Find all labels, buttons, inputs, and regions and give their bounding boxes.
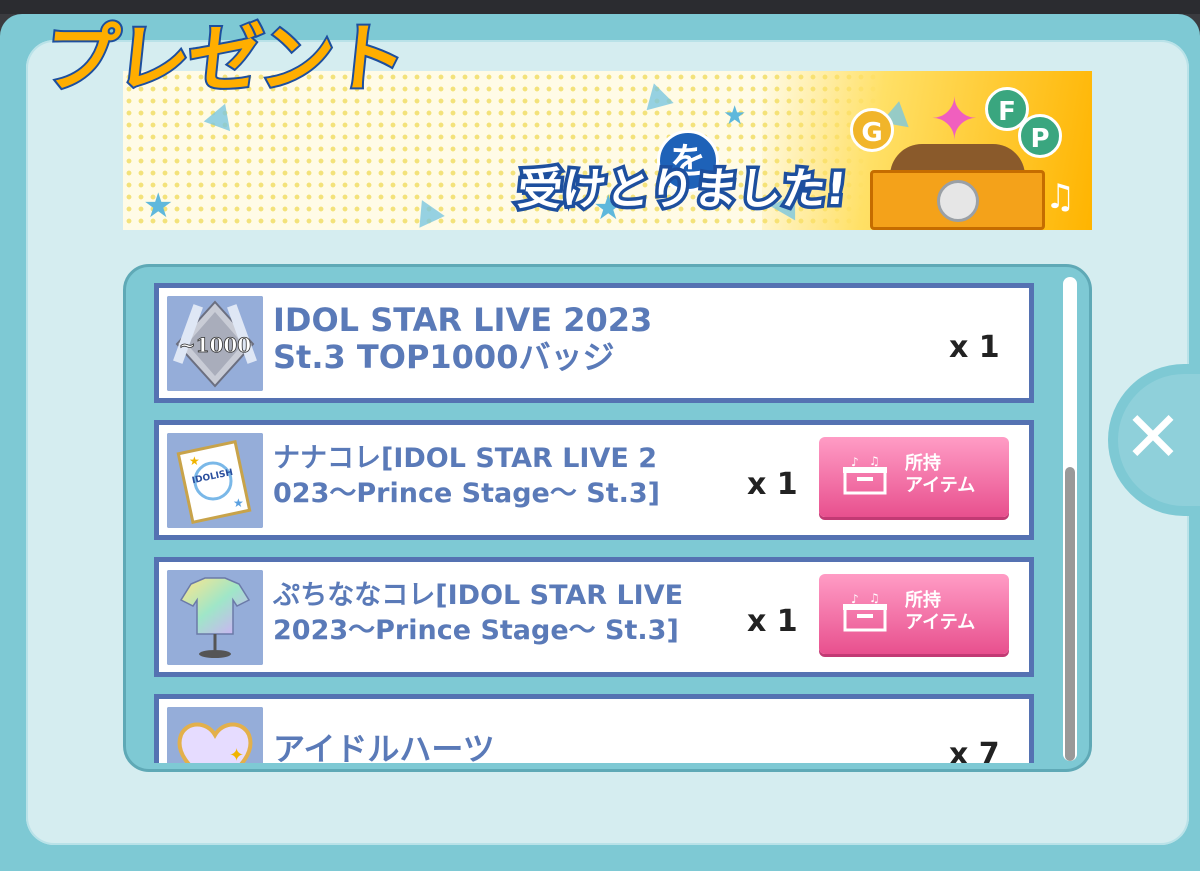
item-box-icon: ♪ ♫	[841, 454, 889, 495]
item-quantity: x 7	[949, 737, 1000, 763]
star-decoration: ★	[143, 186, 174, 226]
svg-text:♪: ♪	[851, 592, 859, 606]
present-list[interactable]: ~1000 IDOL STAR LIVE 2023 St.3 TOP1000バッ…	[123, 264, 1092, 772]
svg-text:♫: ♫	[869, 592, 880, 605]
owned-items-label: 所持 アイテム	[905, 590, 976, 633]
music-note-icon: ♫	[1045, 177, 1076, 217]
lock-icon	[937, 180, 979, 222]
triangle-decoration	[409, 194, 445, 228]
svg-text:♫: ♫	[869, 455, 880, 468]
collection-book-icon: IDOLISH ★ ★	[167, 433, 263, 528]
list-item-body: ✦ アイドルハーツ x 7	[159, 699, 1029, 763]
list-item-body: IDOLISH ★ ★ ナナコレ[IDOL STAR LIVE 2 023〜Pr…	[159, 425, 1029, 535]
scrollbar-thumb[interactable]	[1065, 467, 1075, 761]
item-name: アイドルハーツ	[273, 730, 495, 764]
close-button-face: ✕	[1118, 374, 1200, 506]
item-quantity: x 1	[747, 604, 798, 639]
owned-items-button[interactable]: ♪ ♫ 所持 アイテム	[819, 574, 1009, 654]
banner-subtitle: 受けとりました!	[512, 161, 852, 219]
list-item-body: ~1000 IDOL STAR LIVE 2023 St.3 TOP1000バッ…	[159, 288, 1029, 398]
list-item-body: ぷちななコレ[IDOL STAR LIVE 2023〜Prince Stage〜…	[159, 562, 1029, 672]
banner-title: プレゼント	[37, 14, 410, 104]
item-name: IDOL STAR LIVE 2023 St.3 TOP1000バッジ	[273, 301, 653, 376]
tshirt-icon	[167, 570, 263, 665]
treasure-chest-icon	[870, 130, 1045, 230]
close-icon: ✕	[1123, 396, 1183, 478]
svg-text:★: ★	[233, 496, 244, 510]
item-name: ぷちななコレ[IDOL STAR LIVE 2023〜Prince Stage〜…	[273, 580, 684, 646]
star-decoration: ★	[723, 101, 747, 131]
list-item: ✦ アイドルハーツ x 7	[154, 694, 1034, 763]
svg-text:~1000: ~1000	[179, 333, 251, 357]
list-scrollbar[interactable]	[1063, 277, 1077, 761]
owned-items-button[interactable]: ♪ ♫ 所持 アイテム	[819, 437, 1009, 517]
item-quantity: x 1	[747, 467, 798, 502]
list-item: ~1000 IDOL STAR LIVE 2023 St.3 TOP1000バッ…	[154, 283, 1034, 403]
triangle-decoration	[640, 79, 674, 111]
window-top-bar	[0, 0, 1200, 14]
heart-icon: ✦	[167, 707, 263, 763]
list-item: IDOLISH ★ ★ ナナコレ[IDOL STAR LIVE 2 023〜Pr…	[154, 420, 1034, 540]
triangle-decoration	[203, 98, 239, 132]
item-quantity: x 1	[949, 330, 1000, 365]
owned-items-label: 所持 アイテム	[905, 453, 976, 496]
svg-text:♪: ♪	[851, 455, 859, 469]
badge-icon: ~1000	[167, 296, 263, 391]
list-item: ぷちななコレ[IDOL STAR LIVE 2023〜Prince Stage〜…	[154, 557, 1034, 677]
svg-text:✦: ✦	[229, 745, 244, 763]
svg-text:★: ★	[189, 454, 200, 468]
item-name: ナナコレ[IDOL STAR LIVE 2 023〜Prince Stage〜 …	[273, 443, 661, 509]
item-box-icon: ♪ ♫	[841, 591, 889, 632]
